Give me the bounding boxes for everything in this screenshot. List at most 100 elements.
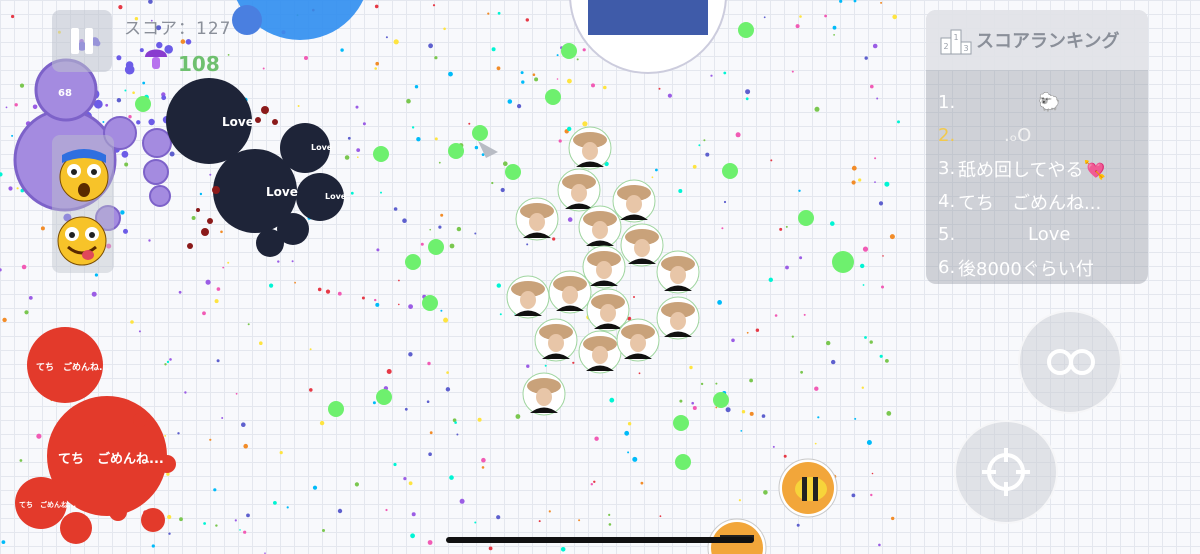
face-cell [612,179,656,223]
food-pellet [763,490,768,495]
food-pellet [886,411,892,416]
food-pellet [851,493,856,498]
food-pellet [454,421,457,424]
split-button[interactable] [1018,310,1122,414]
food-pellet [658,87,661,90]
food-pellet [148,118,155,126]
cell-label-techi-tiny: てち ごめんね... [19,501,76,509]
food-pellet [385,508,388,512]
food-pellet [526,243,529,246]
target-button[interactable] [954,420,1058,524]
food-pellet [799,256,803,260]
food-pellet [640,481,644,485]
food-pellet [136,120,141,125]
shocked-emoji-icon[interactable] [59,149,109,202]
food-pellet [227,54,230,56]
food-pellet [691,401,694,405]
food-pellet [456,226,462,232]
food-pellet [745,97,749,101]
food-pellet [796,523,800,527]
food-pellet [703,139,706,142]
food-pellet [221,417,224,419]
food-pellet [40,226,45,231]
ranking-title: スコアランキング [976,31,1120,52]
food-pellet [375,302,380,307]
food-pellet [814,106,820,112]
food-pellet [814,442,817,445]
food-pellet [209,173,212,176]
food-pellet [406,98,411,104]
food-pellet [884,181,890,187]
food-pellet [118,5,123,10]
food-pellet [608,523,612,526]
food-pellet [627,422,632,426]
food-pellet [32,104,38,110]
food-pellet [246,513,250,518]
food-pellet [286,506,289,509]
food-pellet [871,472,874,475]
food-pellet [227,261,230,264]
food-pellet [692,164,697,169]
food-pellet [151,544,155,548]
food-pellet [839,0,843,3]
tongue-emoji-icon[interactable] [57,216,107,266]
food-pellet [456,433,459,436]
food-pellet [374,4,379,9]
food-pellet [403,477,407,481]
food-pellet [91,291,97,297]
food-pellet [216,287,221,291]
food-pellet [638,372,641,375]
food-pellet [120,210,125,215]
food-pellet [393,207,398,211]
food-pellet [294,281,296,284]
food-pellet [191,216,196,220]
food-pellet [763,16,766,19]
food-pellet [214,299,219,304]
food-pellet [576,58,579,61]
food-pellet [124,89,127,92]
food-pellet [199,192,203,196]
food-pellet [374,67,378,70]
cell-label-68: 68 [58,88,72,99]
food-pellet [222,266,225,269]
food-pellet [525,18,529,22]
ranking-list: 1. 🐑 2. .ₒO 3. 舐め回してやる💘 4. てち ごめんね... 5.… [926,70,1148,284]
food-pellet [445,387,451,392]
face-cell [515,197,559,241]
food-pellet [552,237,556,241]
food-pellet [723,200,727,204]
food-pellet [667,93,673,98]
food-pellet [448,71,453,77]
rank-name: .ₒO [1004,125,1032,146]
food-pellet [633,296,635,298]
food-pellet [269,283,274,288]
food-pellet [102,121,105,123]
food-pellet [161,95,167,101]
food-pellet [474,521,477,524]
food-pellet [105,103,109,107]
food-pellet [148,239,151,242]
food-pellet [746,331,749,334]
food-pellet [350,191,354,195]
food-pellet [402,218,407,223]
food-pellet [715,382,718,385]
food-pellet [357,156,359,158]
food-pellet [142,81,146,85]
home-indicator[interactable] [446,537,754,543]
ranking-row: 1. 🐑 [938,86,1148,119]
food-pellet [558,139,562,143]
food-pellet [11,14,15,19]
face-cell [568,126,612,170]
crosshair-icon [982,448,1030,496]
food-pellet [496,66,501,71]
food-pellet [354,482,359,487]
food-pellet [11,134,14,137]
food-pellet [698,144,701,147]
pause-button[interactable] [52,10,112,72]
split-icon [1047,349,1095,375]
mushroom-count: 108 [178,52,220,76]
food-pellet [202,311,206,316]
food-pellet [538,520,541,523]
food-pellet [679,399,683,403]
food-pellet [832,25,837,30]
